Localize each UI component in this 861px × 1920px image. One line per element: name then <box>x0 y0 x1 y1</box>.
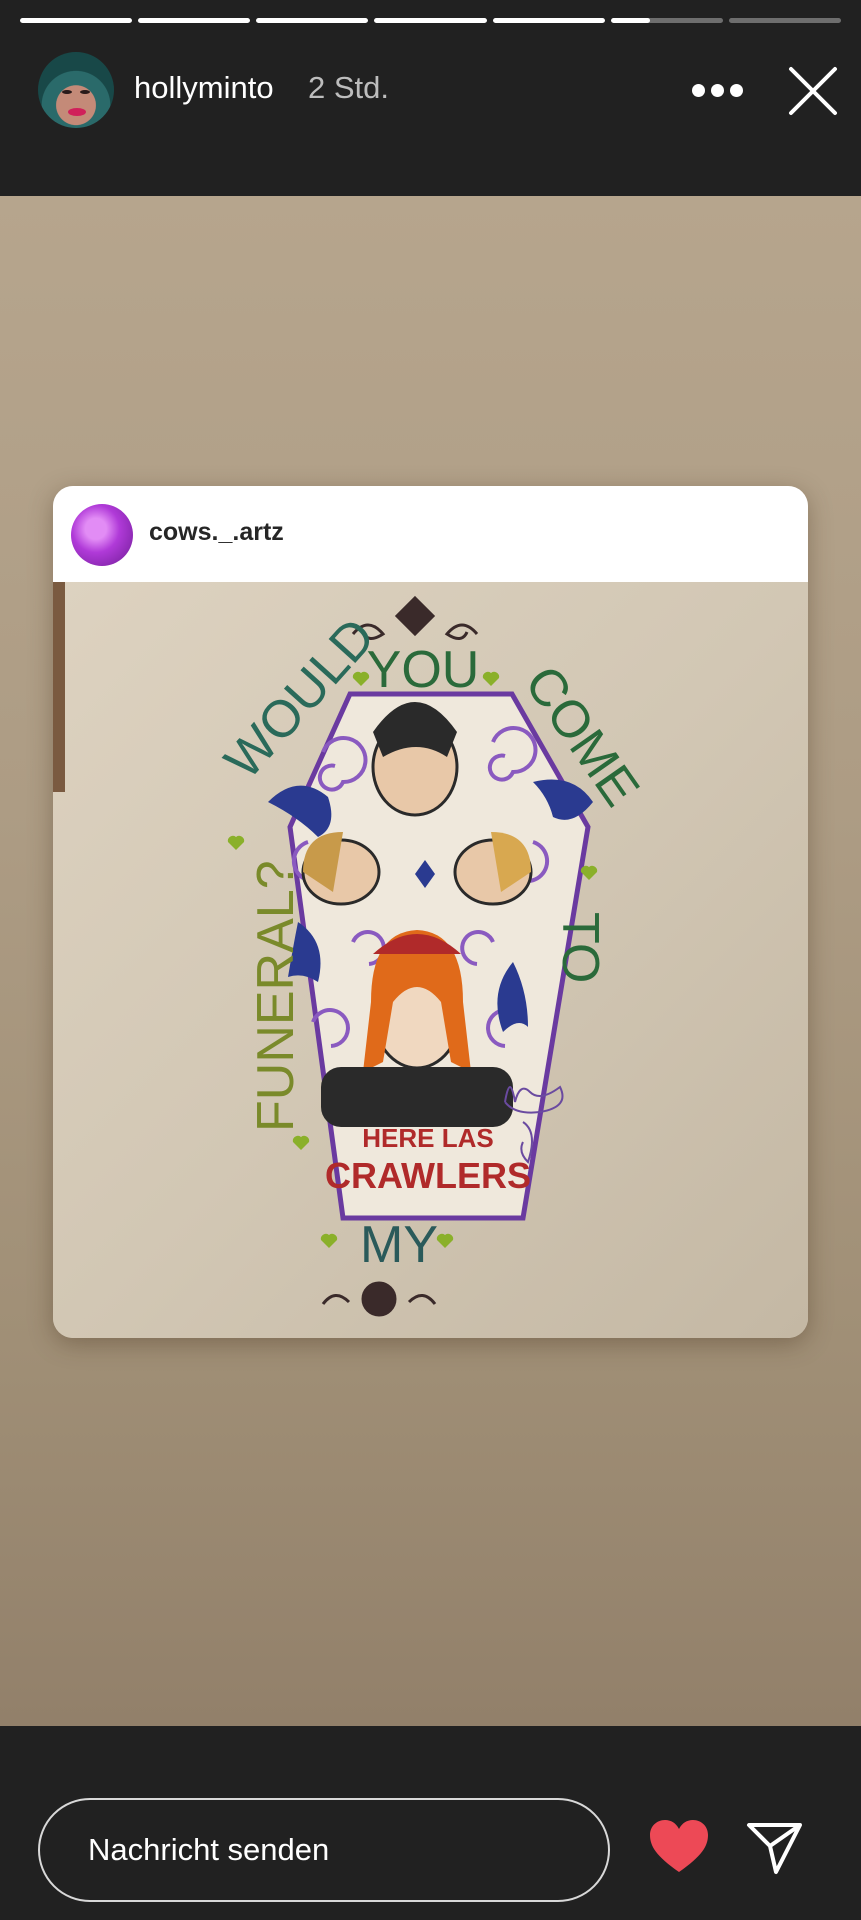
dot <box>692 84 705 97</box>
heart-icon[interactable] <box>648 1818 710 1874</box>
story-header: hollyminto 2 Std. <box>0 0 861 196</box>
artwork-drawing: HERE LAS CRAWLERS WOULD YOU COME TO FUNE… <box>53 582 650 1317</box>
paper-plane-icon[interactable] <box>746 1820 804 1876</box>
lettering-funeral: FUNERAL? <box>247 860 305 1132</box>
user-avatar[interactable] <box>38 52 114 128</box>
shared-post-card[interactable]: cows._.artz HERE LAS CRAWLERS WOULD YOU … <box>53 486 808 1338</box>
paper-edge <box>53 582 65 792</box>
story-progress-bar <box>20 18 841 24</box>
dot <box>711 84 724 97</box>
shared-post-image[interactable]: HERE LAS CRAWLERS WOULD YOU COME TO FUNE… <box>53 582 808 1338</box>
message-input[interactable] <box>38 1798 610 1902</box>
shared-post-username[interactable]: cows._.artz <box>149 518 284 547</box>
progress-fill <box>492 18 605 23</box>
progress-fill <box>374 18 487 23</box>
shared-post-avatar[interactable] <box>71 504 133 566</box>
banner-line-1: HERE LAS <box>362 1123 493 1153</box>
shared-post-header[interactable]: cows._.artz <box>53 486 808 582</box>
lettering-to: TO <box>551 912 609 983</box>
top-ornament <box>351 595 479 640</box>
progress-fill <box>20 18 133 23</box>
close-icon[interactable] <box>786 64 840 118</box>
progress-fill <box>256 18 369 23</box>
banner-line-2: CRAWLERS <box>325 1155 531 1196</box>
progress-segment <box>728 18 841 23</box>
avatar-lips <box>68 108 86 116</box>
lettering-you: YOU <box>367 641 480 699</box>
lettering-my: MY <box>360 1216 438 1274</box>
avatar-eye <box>62 90 72 94</box>
avatar-eye <box>80 90 90 94</box>
progress-fill <box>138 18 251 23</box>
progress-fill <box>610 18 650 23</box>
progress-segment <box>256 18 369 23</box>
story-username[interactable]: hollyminto <box>134 70 274 106</box>
dot <box>730 84 743 97</box>
progress-segment <box>492 18 605 23</box>
bottom-ornament <box>321 1281 437 1317</box>
more-dots-icon[interactable] <box>688 72 748 112</box>
story-timestamp: 2 Std. <box>308 70 389 105</box>
progress-segment <box>610 18 723 23</box>
progress-segment <box>20 18 133 23</box>
progress-segment <box>138 18 251 23</box>
progress-segment <box>374 18 487 23</box>
